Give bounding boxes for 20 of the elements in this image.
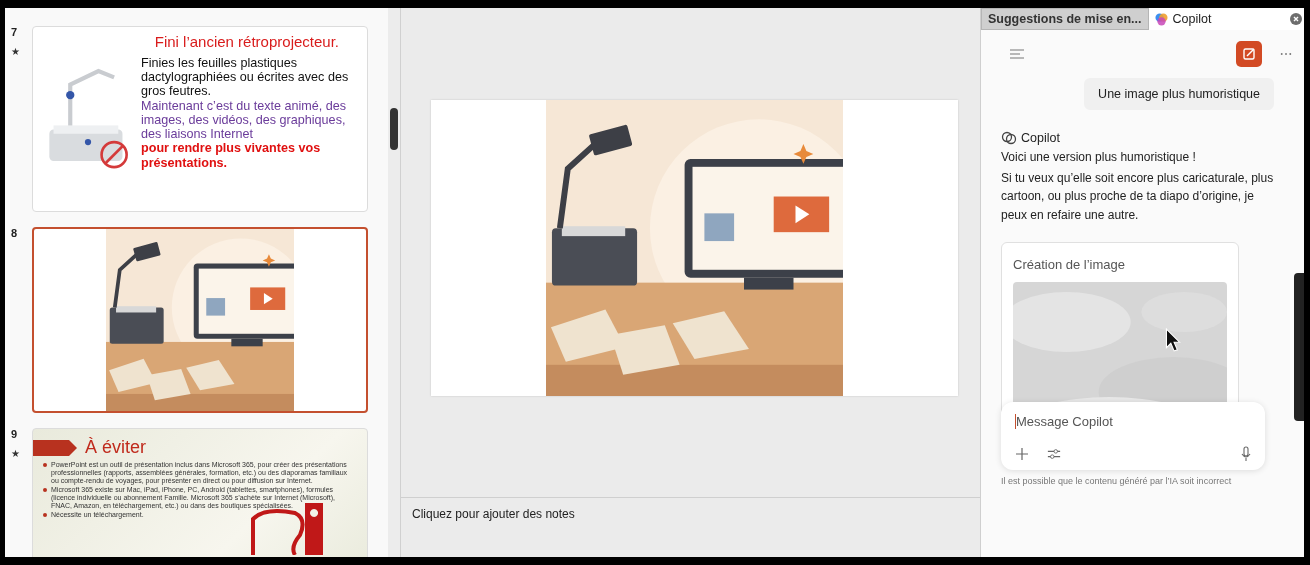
pane-tab[interactable]: Suggestions de mise en...	[981, 8, 1149, 30]
assistant-name: Copilot	[1021, 131, 1060, 145]
disclaimer-text: Il est possible que le contenu généré par l’IA soit incorrect	[1001, 476, 1233, 487]
slide-paragraph: pour rendre plus vivantes vos présentations.	[141, 141, 322, 170]
animation-star-icon: ★	[11, 448, 26, 459]
slide-number: 7	[11, 26, 19, 38]
slide-title: Fini l’ancien rétroprojecteur.	[153, 33, 340, 50]
slide-number: 9	[11, 428, 19, 440]
slide-paragraph: Maintenant c’est du texte animé, des images, des vidéos, des graphiques, des liaisons Internet	[141, 98, 348, 142]
slide-paragraph: Finies les feuilles plastiques dactylographiées ou écrites avec des gros feutres.	[141, 56, 350, 99]
animation-star-icon: ★	[11, 46, 26, 57]
slide-number: 8	[11, 227, 19, 239]
card-title: Création de l’image	[1013, 257, 1126, 273]
message-input[interactable]: Message Copilot	[1015, 414, 1252, 430]
slide-title: À éviter	[85, 437, 147, 458]
notes-field[interactable]: Cliquez pour ajouter des notes	[401, 498, 980, 557]
assistant-message: Voici une version plus humoristique !	[1001, 149, 1197, 166]
message-composer[interactable]: Message Copilot	[1001, 402, 1265, 471]
assistant-message: Si tu veux qu’elle soit encore plus caricaturale, plus cartoon, ou plus proche de ta diapo d’origine, je peux en refaire une autre.	[1001, 169, 1274, 224]
user-message: Une image plus humoristique	[1084, 78, 1274, 110]
